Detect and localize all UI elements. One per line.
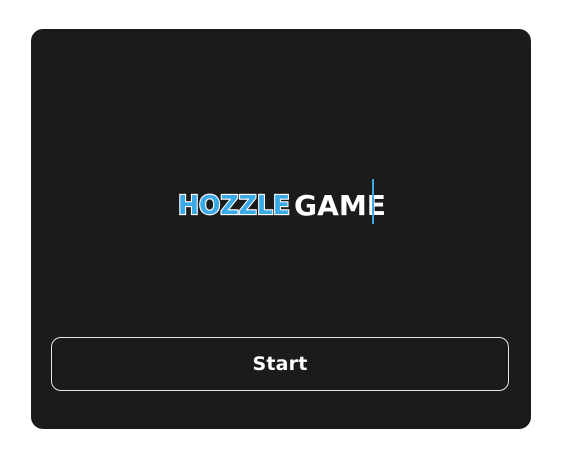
game-card: HOZZLE GAME Start (31, 29, 531, 429)
start-button[interactable]: Start (51, 337, 509, 391)
start-button-label: Start (252, 353, 308, 375)
hozzle-game-logo: HOZZLE GAME (176, 179, 388, 224)
logo-graphic: HOZZLE GAME (177, 179, 386, 224)
logo-word-hozzle: HOZZLE (178, 191, 290, 221)
